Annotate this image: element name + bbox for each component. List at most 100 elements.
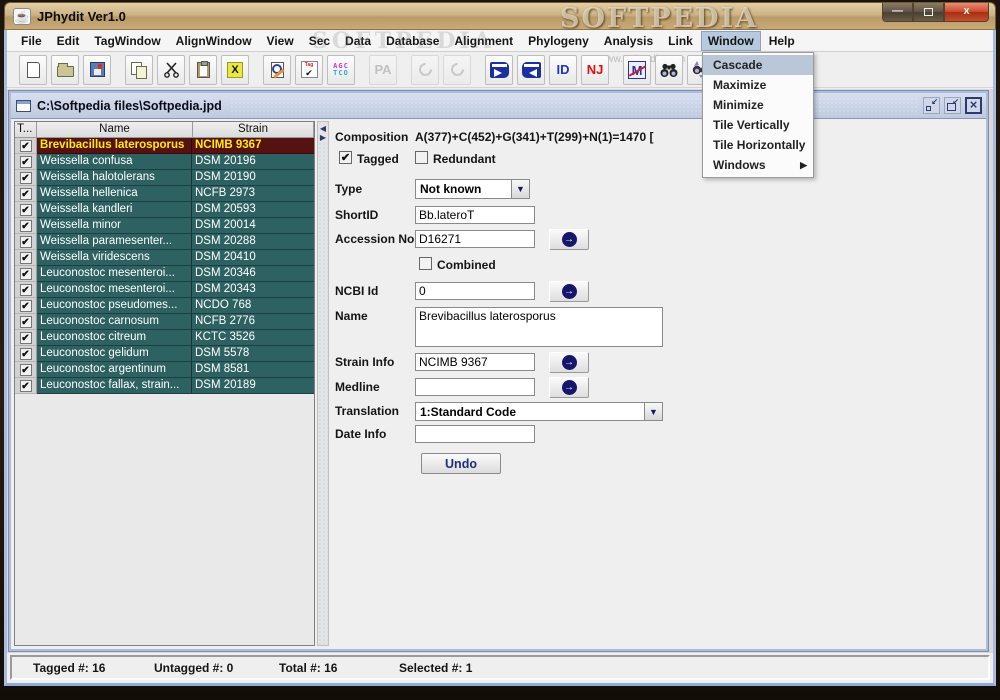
menu-edit[interactable]: Edit (51, 32, 86, 50)
table-row[interactable]: ✔ Leuconostoc gelidum DSM 5578 (15, 346, 314, 362)
column-header-strain[interactable]: Strain (193, 122, 314, 138)
splitter-right-icon[interactable]: ▶ (318, 133, 328, 142)
menu-item-maximize[interactable]: Maximize (703, 75, 813, 95)
splitter-arrows[interactable]: ◀ ▶ (318, 124, 328, 142)
table-row[interactable]: ✔ Weissella halotolerans DSM 20190 (15, 170, 314, 186)
table-row[interactable]: ✔ Leuconostoc pseudomes... NCDO 768 (15, 298, 314, 314)
model-button[interactable]: M (623, 54, 651, 85)
combined-checkbox[interactable] (419, 257, 432, 270)
translation-combobox[interactable]: 1:Standard Code ▼ (415, 402, 663, 421)
row-tag-checkbox[interactable]: ✔ (15, 186, 37, 202)
ncbi-input[interactable] (415, 282, 535, 300)
row-tag-checkbox[interactable]: ✔ (15, 218, 37, 234)
menu-item-tile-vertically[interactable]: Tile Vertically (703, 115, 813, 135)
row-tag-checkbox[interactable]: ✔ (15, 314, 37, 330)
menu-item-tile-horizontally[interactable]: Tile Horizontally (703, 135, 813, 155)
row-tag-checkbox[interactable]: ✔ (15, 138, 37, 154)
menu-view[interactable]: View (261, 32, 300, 50)
table-row[interactable]: ✔ Weissella confusa DSM 20196 (15, 154, 314, 170)
document-minimize-button[interactable]: ↙ (923, 97, 940, 114)
row-tag-checkbox[interactable]: ✔ (15, 346, 37, 362)
column-header-name[interactable]: Name (37, 122, 193, 138)
medline-go-button[interactable]: → (549, 377, 589, 398)
close-button[interactable]: x (944, 3, 989, 22)
menu-database[interactable]: Database (380, 32, 445, 50)
name-textarea[interactable]: Brevibacillus laterosporus (415, 307, 663, 347)
row-tag-checkbox[interactable]: ✔ (15, 330, 37, 346)
sequence-colors-button[interactable]: AGC TCO (327, 54, 355, 85)
menu-alignwindow[interactable]: AlignWindow (170, 32, 258, 50)
table-row[interactable]: ✔ Leuconostoc fallax, strain... DSM 20189 (15, 378, 314, 394)
menu-alignment[interactable]: Alignment (448, 32, 519, 50)
table-row[interactable]: ✔ Leuconostoc carnosum NCFB 2776 (15, 314, 314, 330)
menu-sec[interactable]: Sec (303, 32, 336, 50)
maximize-button[interactable] (913, 3, 944, 22)
edit-search-button[interactable] (263, 54, 291, 85)
cut-button[interactable] (157, 54, 185, 85)
paste-button[interactable] (189, 54, 217, 85)
row-tag-checkbox[interactable]: ✔ (15, 202, 37, 218)
tagged-checkbox[interactable]: ✔ (339, 151, 352, 164)
table-row[interactable]: ✔ Brevibacillus laterosporus NCIMB 9367 (15, 138, 314, 154)
menu-tagwindow[interactable]: TagWindow (88, 32, 166, 50)
menu-item-minimize[interactable]: Minimize (703, 95, 813, 115)
delete-button[interactable]: X (221, 54, 249, 85)
redundant-checkbox[interactable] (415, 151, 428, 164)
minimize-button[interactable]: — (882, 3, 913, 22)
medline-input[interactable] (415, 378, 535, 396)
strain-info-input[interactable] (415, 353, 535, 371)
row-tag-checkbox[interactable]: ✔ (15, 154, 37, 170)
type-combobox[interactable]: Not known ▼ (415, 179, 530, 199)
id-button[interactable]: ID (549, 54, 577, 85)
nj-button[interactable]: NJ (581, 54, 609, 85)
row-tag-checkbox[interactable]: ✔ (15, 250, 37, 266)
document-titlebar[interactable]: C:\Softpedia files\Softpedia.jpd ↙ ↙ × (11, 93, 986, 119)
new-file-button[interactable] (19, 54, 47, 85)
table-row[interactable]: ✔ Weissella viridescens DSM 20410 (15, 250, 314, 266)
combo-arrow-icon[interactable]: ▼ (644, 403, 662, 420)
table-row[interactable]: ✔ Leuconostoc argentinum DSM 8581 (15, 362, 314, 378)
table-row[interactable]: ✔ Leuconostoc mesenteroi... DSM 20346 (15, 266, 314, 282)
document-restore-button[interactable]: ↙ (944, 97, 961, 114)
open-file-button[interactable] (51, 54, 79, 85)
menu-file[interactable]: File (15, 32, 48, 50)
menu-window[interactable]: Window (700, 30, 761, 51)
accession-go-button[interactable]: → (549, 229, 589, 250)
export-button[interactable] (485, 54, 513, 85)
document-close-button[interactable]: × (965, 97, 982, 114)
copy-button[interactable] (125, 54, 153, 85)
row-tag-checkbox[interactable]: ✔ (15, 282, 37, 298)
table-row[interactable]: ✔ Leuconostoc citreum KCTC 3526 (15, 330, 314, 346)
table-row[interactable]: ✔ Leuconostoc mesenteroi... DSM 20343 (15, 282, 314, 298)
row-tag-checkbox[interactable]: ✔ (15, 362, 37, 378)
row-tag-checkbox[interactable]: ✔ (15, 234, 37, 250)
menu-phylogeny[interactable]: Phylogeny (522, 32, 595, 50)
ncbi-go-button[interactable]: → (549, 281, 589, 302)
shortid-input[interactable] (415, 206, 535, 224)
menu-data[interactable]: Data (339, 32, 377, 50)
menu-help[interactable]: Help (763, 32, 801, 50)
menu-analysis[interactable]: Analysis (598, 32, 659, 50)
table-row[interactable]: ✔ Weissella kandleri DSM 20593 (15, 202, 314, 218)
accession-input[interactable] (415, 230, 535, 248)
split-divider[interactable]: ◀ ▶ (317, 121, 329, 646)
date-info-input[interactable] (415, 425, 535, 443)
combo-arrow-icon[interactable]: ▼ (511, 180, 529, 198)
strain-go-button[interactable]: → (549, 352, 589, 373)
row-tag-checkbox[interactable]: ✔ (15, 378, 37, 394)
table-row[interactable]: ✔ Weissella minor DSM 20014 (15, 218, 314, 234)
row-tag-checkbox[interactable]: ✔ (15, 298, 37, 314)
tag-button[interactable]: Tag ✔ (295, 54, 323, 85)
import-button[interactable] (517, 54, 545, 85)
table-row[interactable]: ✔ Weissella paramesenter... DSM 20288 (15, 234, 314, 250)
undo-button[interactable]: Undo (421, 453, 501, 474)
menu-link[interactable]: Link (662, 32, 699, 50)
app-titlebar[interactable]: SOFTPEDIA ☕ JPhydit Ver1.0 — x (4, 2, 996, 34)
column-header-tagged[interactable]: T... (15, 122, 37, 138)
save-button[interactable] (83, 54, 111, 85)
find-button[interactable] (655, 54, 683, 85)
menu-item-windows[interactable]: Windows ▶ (703, 155, 813, 175)
table-row[interactable]: ✔ Weissella hellenica NCFB 2973 (15, 186, 314, 202)
menu-item-cascade[interactable]: Cascade (703, 55, 813, 75)
splitter-left-icon[interactable]: ◀ (318, 124, 328, 133)
